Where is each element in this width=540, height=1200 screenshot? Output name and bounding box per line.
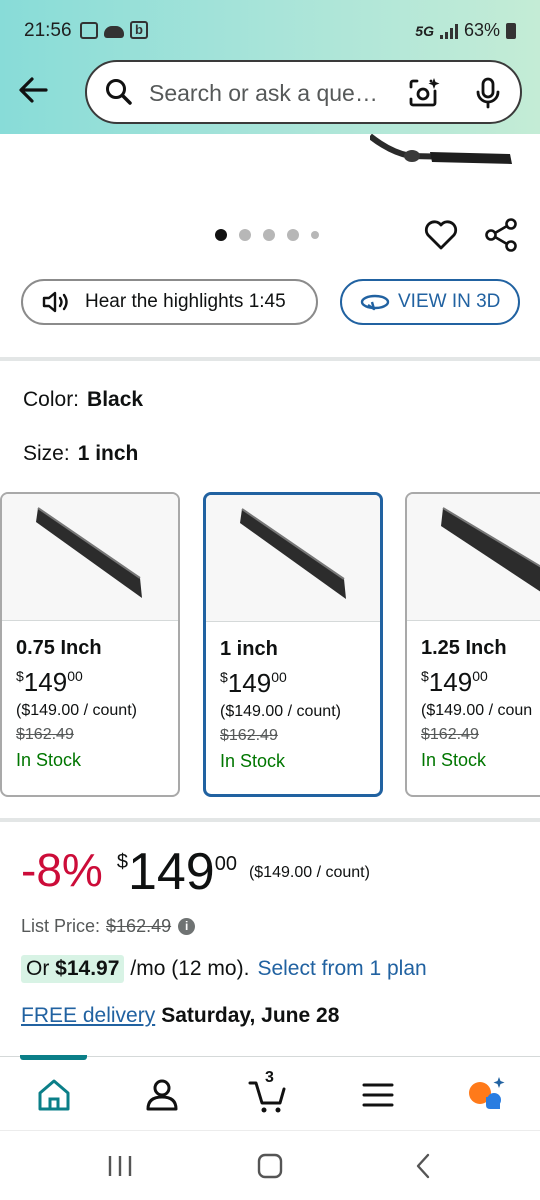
- color-value: Black: [87, 388, 144, 411]
- list-price: List Price: $162.49 i: [21, 916, 196, 937]
- size-option-unit-price: ($149.00 / count): [220, 703, 341, 720]
- menu-icon[interactable]: [358, 1075, 398, 1115]
- carousel-dot[interactable]: [287, 229, 299, 241]
- size-option-name: 1.25 Inch: [421, 637, 507, 659]
- hear-highlights-button[interactable]: Hear the highlights 1:45: [21, 279, 318, 325]
- carousel-dot[interactable]: [263, 229, 275, 241]
- rotate-3d-icon: [360, 294, 390, 311]
- signal-icon: [439, 23, 458, 39]
- active-tab-indicator: [20, 1055, 87, 1060]
- price-fraction: 00: [214, 853, 237, 875]
- cloud-icon: [104, 26, 124, 38]
- size-option-image: [2, 494, 178, 621]
- list-price-value: $162.49: [106, 916, 172, 936]
- status-bar: 21:56 b 5G 63%: [0, 0, 540, 60]
- product-image[interactable]: [370, 134, 520, 174]
- size-attribute: Size: 1 inch: [23, 442, 138, 466]
- carousel-dot[interactable]: [215, 229, 227, 241]
- carousel-dot[interactable]: [239, 229, 251, 241]
- share-icon[interactable]: [482, 216, 520, 254]
- section-divider: [0, 818, 540, 822]
- price-block: -8% $ 149 00 ($149.00 / count): [21, 842, 370, 902]
- home-button-icon[interactable]: [256, 1153, 284, 1179]
- back-arrow-icon[interactable]: [16, 72, 52, 108]
- size-option-image: [407, 494, 540, 621]
- gallery-icon: [80, 21, 98, 39]
- search-bar[interactable]: Search or ask a que…: [85, 60, 522, 124]
- discount-percent: -8%: [21, 844, 103, 896]
- app-header: 21:56 b 5G 63% Search or ask a que…: [0, 0, 540, 134]
- size-option-stock: In Stock: [220, 751, 286, 771]
- account-icon[interactable]: [142, 1075, 182, 1115]
- size-label: Size:: [23, 442, 70, 465]
- price-currency: $: [116, 851, 128, 873]
- hear-highlights-label: Hear the highlights 1:45: [85, 291, 286, 312]
- delivery-info: FREE delivery Saturday, June 28: [21, 1004, 339, 1028]
- mic-icon[interactable]: [475, 77, 501, 109]
- size-option-price: $14900: [220, 668, 287, 698]
- payment-plan: Or $14.97 /mo (12 mo). Select from 1 pla…: [21, 955, 427, 983]
- size-option-list-price: $162.49: [421, 726, 479, 743]
- section-divider: [0, 357, 540, 361]
- bottom-nav: 3: [0, 1055, 540, 1130]
- camera-icon[interactable]: [407, 77, 441, 109]
- list-price-label: List Price:: [21, 916, 101, 936]
- notification-icons: b: [80, 21, 148, 39]
- view-in-3d-label: VIEW IN 3D: [398, 291, 501, 312]
- size-option-stock: In Stock: [16, 750, 82, 770]
- carousel-dots: [215, 229, 319, 241]
- cart-count: 3: [265, 1069, 274, 1086]
- status-right: 5G 63%: [415, 20, 516, 41]
- size-option-card[interactable]: 0.75 Inch $14900 ($149.00 / count) $162.…: [0, 492, 180, 797]
- search-input[interactable]: Search or ask a que…: [149, 80, 378, 107]
- rufus-assistant-icon[interactable]: [466, 1075, 506, 1115]
- recent-apps-icon[interactable]: [106, 1153, 134, 1179]
- speaker-icon: [42, 291, 68, 313]
- size-option-price: $14900: [421, 667, 488, 697]
- network-type: 5G: [415, 22, 434, 39]
- home-icon[interactable]: [34, 1075, 74, 1115]
- view-in-3d-button[interactable]: VIEW IN 3D: [340, 279, 520, 325]
- back-button-icon[interactable]: [410, 1153, 438, 1179]
- plan-terms: /mo (12 mo).: [130, 957, 250, 980]
- size-option-name: 1 inch: [220, 638, 278, 660]
- b-app-icon: b: [130, 21, 148, 39]
- price-per-unit: ($149.00 / count): [248, 864, 370, 881]
- size-option-list-price: $162.49: [16, 726, 74, 743]
- system-nav-bar: [0, 1130, 540, 1200]
- size-option-unit-price: ($149.00 / count): [16, 702, 137, 719]
- size-option-stock: In Stock: [421, 750, 487, 770]
- search-icon: [106, 79, 132, 105]
- size-option-card-selected[interactable]: 1 inch $14900 ($149.00 / count) $162.49 …: [203, 492, 383, 797]
- size-option-list-price: $162.49: [220, 727, 278, 744]
- color-label: Color:: [23, 388, 80, 411]
- size-option-image: [206, 495, 380, 622]
- size-option-unit-price: ($149.00 / coun: [421, 702, 533, 719]
- size-option-name: 0.75 Inch: [16, 637, 102, 659]
- carousel-dot[interactable]: [311, 231, 319, 239]
- battery-icon: [506, 22, 516, 39]
- monthly-highlight: Or $14.97: [21, 955, 125, 983]
- price-whole: 149: [127, 843, 215, 901]
- heart-icon[interactable]: [422, 216, 460, 254]
- size-option-price: $14900: [16, 667, 83, 697]
- select-plan-link[interactable]: Select from 1 plan: [257, 957, 426, 981]
- info-icon[interactable]: i: [178, 918, 196, 935]
- delivery-date: Saturday, June 28: [161, 1004, 340, 1027]
- size-value: 1 inch: [77, 442, 139, 465]
- free-delivery-link[interactable]: FREE delivery: [21, 1004, 155, 1027]
- status-time: 21:56: [24, 20, 72, 41]
- battery-percent: 63%: [463, 20, 500, 40]
- color-attribute: Color: Black: [23, 388, 143, 412]
- size-option-card[interactable]: 1.25 Inch $14900 ($149.00 / coun $162.49…: [405, 492, 540, 797]
